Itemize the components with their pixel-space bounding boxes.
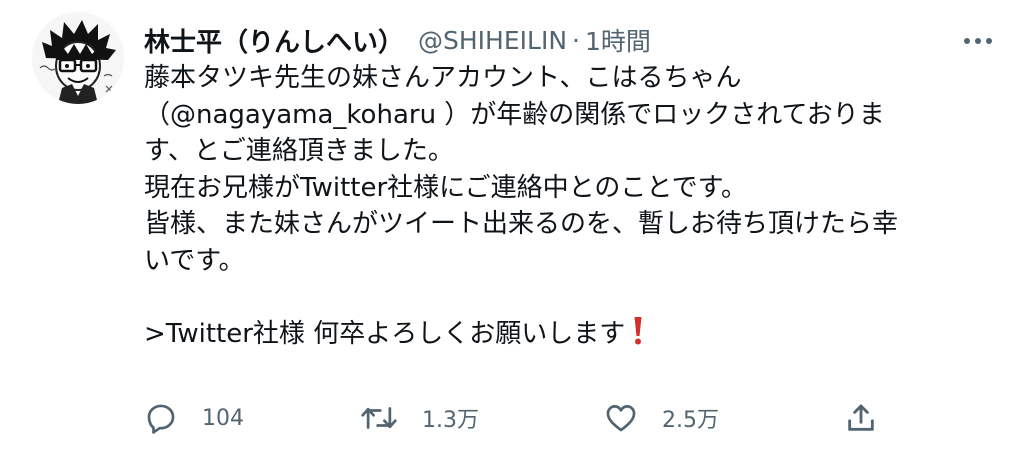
author-display-name[interactable]: 林士平（りんしへい） — [144, 22, 404, 59]
tweet-text-line: 皆様、また妹さんがツイート出来るのを、暫しお待ち頂けたら幸 — [144, 209, 899, 239]
retweet-count: 1.3万 — [422, 408, 479, 433]
share-button[interactable] — [844, 396, 878, 440]
reply-button[interactable]: 104 — [144, 396, 244, 440]
tweet-header: 林士平（りんしへい） @SHIHEILIN · 1時間 — [144, 22, 651, 58]
author-handle[interactable]: @SHIHEILIN — [418, 26, 567, 55]
heart-icon — [606, 405, 636, 432]
tweet-text-line: >Twitter社様 何卒よろしくお願いします — [144, 318, 626, 349]
more-button[interactable] — [958, 24, 998, 58]
like-count: 2.5万 — [662, 408, 719, 433]
tweet-timestamp[interactable]: 1時間 — [585, 22, 651, 58]
tweet-text-line: 現在お兄様がTwitter社様にご連絡中とのことです。 — [144, 172, 747, 203]
header-separator: · — [572, 25, 580, 55]
tweet-actions: 104 1.3万 2.5万 — [144, 396, 904, 440]
tweet-text-line: 藤本タツキ先生の妹さんアカウント、こはるちゃん — [144, 63, 742, 93]
tweet-text-line: す、とご連絡頂きました。 — [144, 136, 454, 166]
retweet-button[interactable]: 1.3万 — [360, 396, 479, 440]
reply-count: 104 — [202, 405, 244, 431]
avatar-illustration — [32, 12, 124, 104]
tweet-text: 藤本タツキ先生の妹さんアカウント、こはるちゃん （@nagayama_kohar… — [144, 60, 964, 352]
tweet-text-line: いです。 — [144, 245, 245, 276]
more-icon — [964, 38, 992, 44]
reply-icon — [147, 404, 175, 434]
tweet-text-line-mention[interactable]: （@nagayama_koharu ）が年齢の関係でロックされておりま — [144, 100, 885, 130]
share-icon — [848, 404, 874, 431]
avatar[interactable] — [32, 12, 124, 104]
red-exclamation-icon — [634, 316, 642, 344]
like-button[interactable]: 2.5万 — [604, 396, 719, 440]
tweet-card[interactable]: 林士平（りんしへい） @SHIHEILIN · 1時間 藤本タツキ先生の妹さんア… — [0, 0, 1024, 462]
retweet-icon — [361, 407, 397, 429]
